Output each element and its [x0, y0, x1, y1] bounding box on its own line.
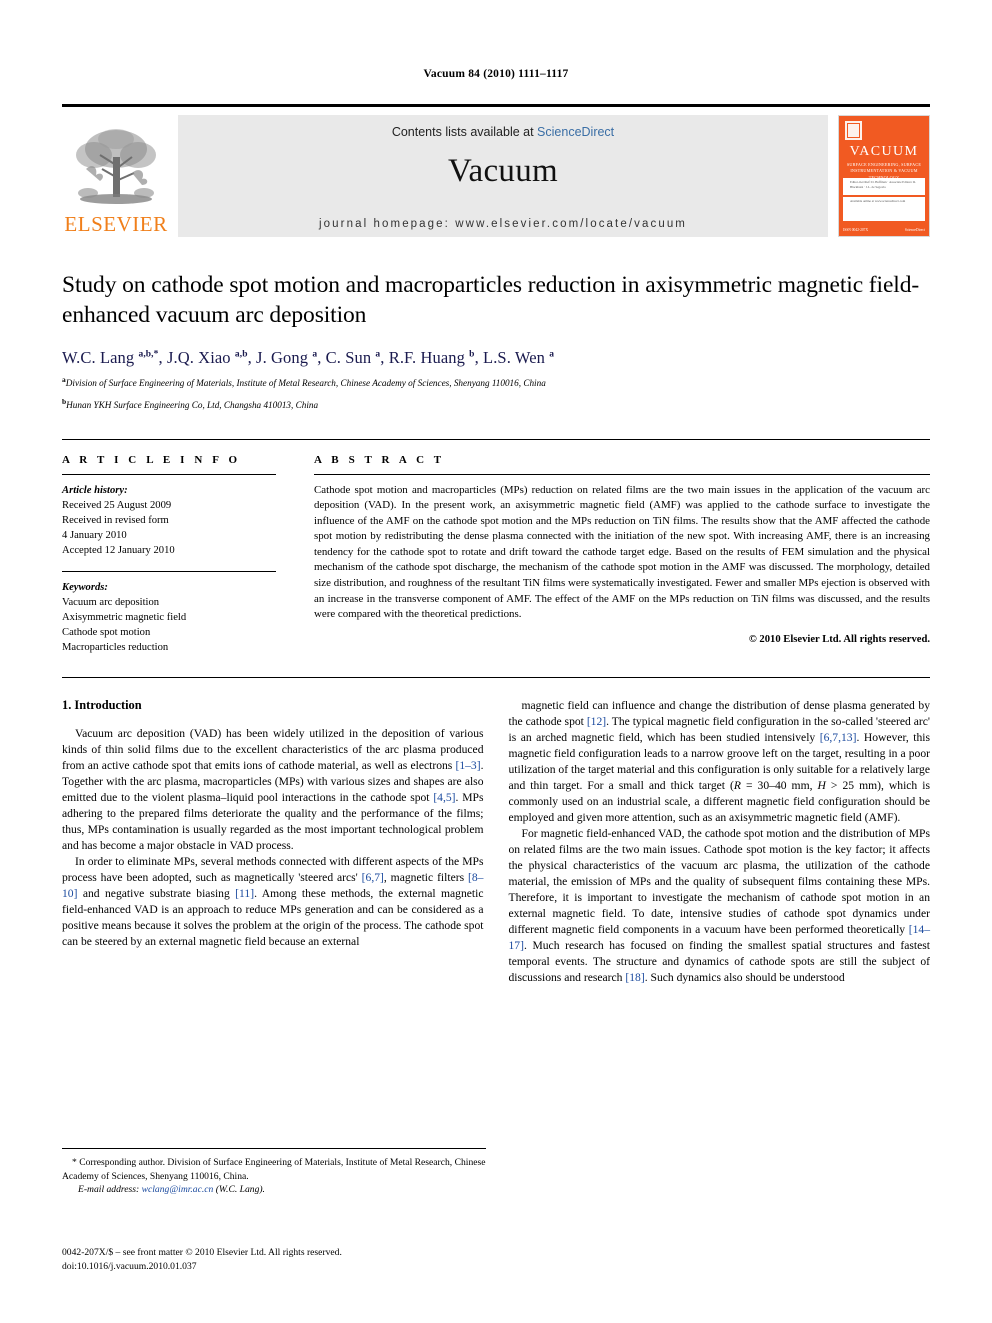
article-info-heading: A R T I C L E I N F O [62, 453, 241, 466]
paragraph: Vacuum arc deposition (VAD) has been wid… [62, 726, 484, 852]
cover-panel-body: Available online at www.sciencedirect.co… [843, 197, 925, 221]
history-item: 4 January 2010 [62, 529, 127, 541]
email-line: E-mail address: wclang@imr.ac.cn (W.C. L… [62, 1183, 486, 1197]
keywords-group: Keywords: Vacuum arc deposition Axisymme… [62, 580, 276, 655]
journal-article-page: Vacuum 84 (2010) 1111–1117 ELSEVIER Cont… [0, 0, 992, 1323]
contents-available-line: Contents lists available at ScienceDirec… [392, 125, 614, 139]
affiliation-a: aDivision of Surface Engineering of Mate… [62, 375, 930, 390]
elsevier-tree-icon [76, 129, 156, 204]
paragraph: For magnetic field-enhanced VAD, the cat… [508, 826, 931, 984]
body-divider [62, 676, 930, 678]
journal-cover-thumbnail: VACUUM SURFACE ENGINEERING, SURFACE INST… [838, 115, 930, 237]
contents-prefix: Contents lists available at [391, 125, 538, 139]
abstract-text: Cathode spot motion and macroparticles (… [314, 483, 930, 621]
cover-badge-icon [845, 121, 862, 140]
email-label: E-mail address: [78, 1184, 140, 1196]
cover-body-line: Available online at www.sciencedirect.co… [850, 199, 906, 203]
email-owner: (W.C. Lang). [215, 1184, 265, 1196]
email-address-link[interactable]: wclang@imr.ac.cn [142, 1184, 214, 1195]
cover-title: VACUUM [849, 144, 919, 159]
doi-line: doi:10.1016/j.vacuum.2010.01.037 [62, 1261, 197, 1273]
journal-masthead: ELSEVIER Contents lists available at Sci… [62, 104, 930, 237]
abstract-column: A B S T R A C T Cathode spot motion and … [300, 454, 930, 655]
running-head: Vacuum 84 (2010) 1111–1117 [423, 68, 569, 80]
body-column-left: 1. Introduction Vacuum arc deposition (V… [62, 698, 484, 986]
keyword-item: Macroparticles reduction [62, 641, 169, 653]
issn-front-matter-line: 0042-207X/$ – see front matter © 2010 El… [62, 1247, 342, 1258]
body-column-right: magnetic field can influence and change … [509, 698, 931, 986]
journal-title: Vacuum [448, 153, 558, 189]
paragraph: magnetic field can influence and change … [508, 698, 931, 824]
history-item: Accepted 12 January 2010 [62, 544, 175, 556]
abstract-rule [314, 473, 930, 475]
affiliation-b: bHunan YKH Surface Engineering Co, Ltd, … [62, 397, 930, 412]
abstract-copyright: © 2010 Elsevier Ltd. All rights reserved… [748, 633, 930, 645]
cover-footer: ISSN 0042-207X ScienceDirect [843, 222, 925, 232]
keywords-label: Keywords: [62, 581, 108, 593]
keyword-item: Axisymmetric magnetic field [62, 611, 187, 623]
history-item: Received in revised form [62, 514, 169, 526]
journal-homepage-line[interactable]: journal homepage: www.elsevier.com/locat… [178, 218, 828, 230]
sciencedirect-link[interactable]: ScienceDirect [537, 125, 614, 139]
cover-sciencedirect: ScienceDirect [904, 228, 925, 232]
corresponding-author-text: * Corresponding author. Division of Surf… [62, 1157, 486, 1182]
article-history-group: Article history: Received 25 August 2009… [62, 483, 276, 558]
cover-issn: ISSN 0042-207X [843, 228, 869, 232]
elsevier-wordmark: ELSEVIER [64, 212, 168, 236]
author-list: W.C. Lang a,b,*, J.Q. Xiao a,b, J. Gong … [62, 347, 555, 367]
page-footer: 0042-207X/$ – see front matter © 2010 El… [62, 1246, 342, 1275]
history-item: Received 25 August 2009 [62, 499, 172, 511]
cover-editors-line: Editor-in-Chief: D. Hoffman · Associate … [850, 180, 917, 190]
keyword-item: Vacuum arc deposition [62, 596, 160, 608]
article-title: Study on cathode spot motion and macropa… [62, 272, 920, 328]
article-info-rule [62, 473, 276, 475]
keyword-item: Cathode spot motion [62, 626, 151, 638]
cover-panel-editors: Editor-in-Chief: D. Hoffman · Associate … [843, 178, 925, 195]
body-columns: 1. Introduction Vacuum arc deposition (V… [62, 698, 930, 986]
affiliation-text-b: Hunan YKH Surface Engineering Co, Ltd, C… [66, 400, 319, 411]
article-info-column: A R T I C L E I N F O Article history: R… [62, 454, 300, 655]
article-history-label: Article history: [62, 484, 128, 496]
corresponding-author-footnote: * Corresponding author. Division of Surf… [62, 1148, 486, 1197]
info-abstract-section: A R T I C L E I N F O Article history: R… [62, 438, 930, 655]
masthead-banner: Contents lists available at ScienceDirec… [178, 115, 828, 237]
keywords-divider [62, 570, 276, 572]
paragraph: In order to eliminate MPs, several metho… [62, 854, 484, 948]
elsevier-logo: ELSEVIER [62, 115, 170, 237]
affiliation-text-a: Division of Surface Engineering of Mater… [65, 377, 546, 388]
title-block: Study on cathode spot motion and macropa… [62, 271, 930, 413]
section-heading-introduction: 1. Introduction [62, 697, 142, 712]
abstract-heading: A B S T R A C T [314, 453, 445, 466]
